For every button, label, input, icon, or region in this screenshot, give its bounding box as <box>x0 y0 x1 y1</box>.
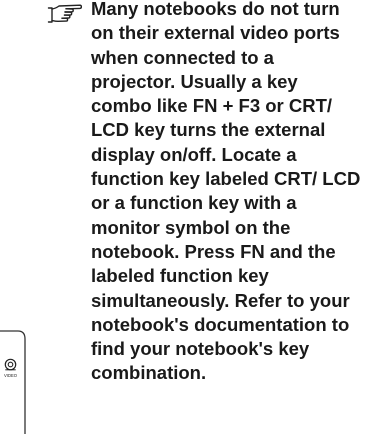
pointing-hand-icon <box>47 4 83 23</box>
video-port-icon: VIDEO <box>0 330 26 434</box>
video-port-label: VIDEO <box>4 373 18 378</box>
note-text: Many notebooks do not turn on their exte… <box>91 0 361 384</box>
